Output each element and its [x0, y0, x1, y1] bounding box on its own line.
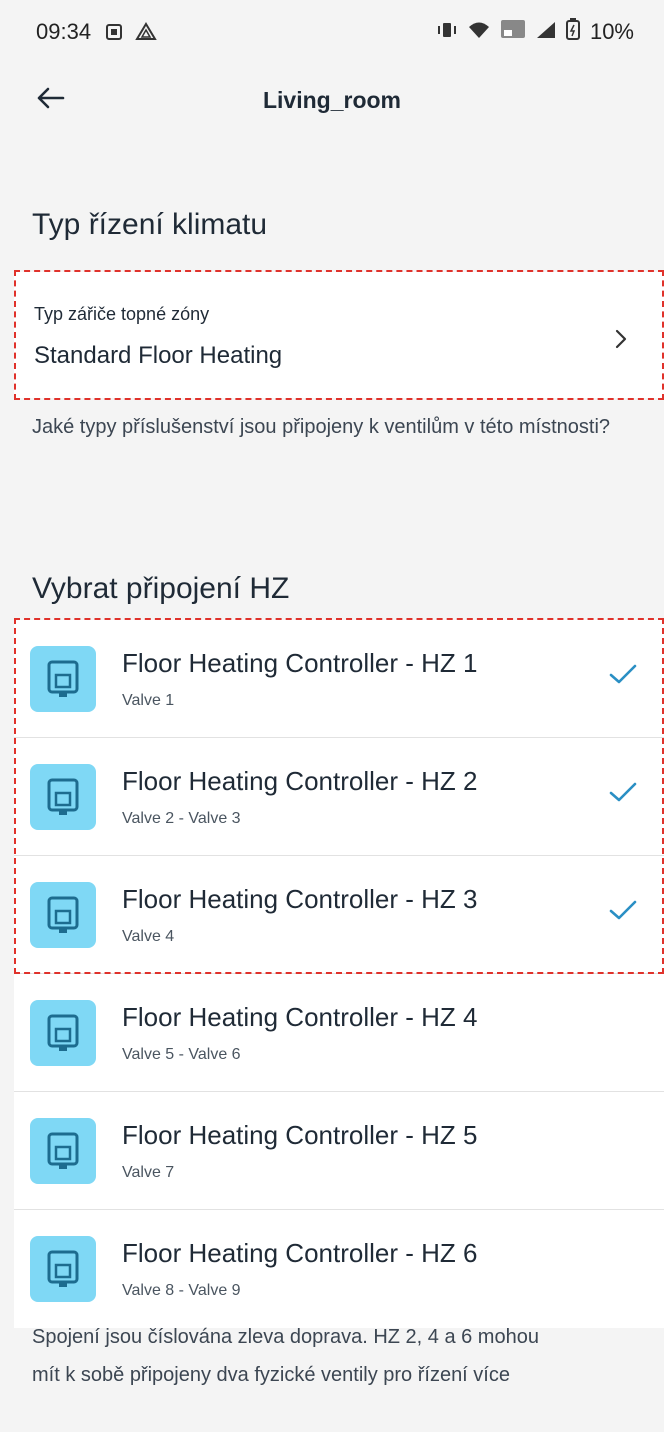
arrow-left-icon: [35, 86, 65, 115]
hz-connection-list: Floor Heating Controller - HZ 1 Valve 1 …: [14, 620, 664, 1328]
floor-heating-controller-icon: [30, 1000, 96, 1066]
hz-valves: Valve 8 - Valve 9: [122, 1282, 241, 1299]
page-title: Living_room: [262, 86, 401, 113]
hz-name: Floor Heating Controller - HZ 1: [122, 648, 478, 678]
zone-type-value: Standard Floor Heating: [34, 342, 283, 369]
chevron-right-icon: [614, 328, 628, 355]
hz-valves: Valve 2 - Valve 3: [122, 810, 241, 827]
hz-connection-row[interactable]: Floor Heating Controller - HZ 4 Valve 5 …: [14, 974, 664, 1092]
connections-section-title: Vybrat připojení HZ: [32, 572, 290, 605]
hz-name: Floor Heating Controller - HZ 3: [122, 884, 478, 914]
battery-level: 10%: [589, 19, 634, 44]
climate-section-title: Typ řízení klimatu: [32, 208, 268, 241]
floor-heating-controller-icon: [30, 882, 96, 948]
notification-icon: [105, 23, 123, 41]
floor-heating-controller-icon: [30, 1118, 96, 1184]
floor-heating-controller-icon: [30, 764, 96, 830]
drive-icon: [135, 22, 157, 42]
status-time: 09:34: [36, 19, 92, 44]
hz-valves: Valve 7: [122, 1164, 175, 1181]
footer-line-2: mít k sobě připojeny dva fyzické ventily…: [32, 1364, 510, 1386]
wifi-icon: [468, 19, 490, 45]
hz-connection-row[interactable]: Floor Heating Controller - HZ 5 Valve 7: [14, 1092, 664, 1210]
back-button[interactable]: [30, 80, 70, 120]
climate-help-text: Jaké typy příslušenství jsou připojeny k…: [32, 416, 611, 438]
hz-valves: Valve 1: [122, 692, 175, 709]
hz-valves: Valve 5 - Valve 6: [122, 1046, 241, 1063]
hz-name: Floor Heating Controller - HZ 5: [122, 1120, 478, 1150]
hz-name: Floor Heating Controller - HZ 6: [122, 1238, 478, 1268]
hz-connection-row[interactable]: Floor Heating Controller - HZ 2 Valve 2 …: [14, 738, 664, 856]
footer-note: Spojení jsou číslována zleva doprava. HZ…: [32, 1318, 642, 1394]
footer-line-1: Spojení jsou číslována zleva doprava. HZ…: [32, 1326, 539, 1348]
zone-type-selector[interactable]: Typ zářiče topné zóny Standard Floor Hea…: [14, 272, 664, 398]
check-icon: [608, 898, 638, 927]
zone-type-label: Typ zářiče topné zóny: [34, 304, 210, 324]
check-icon: [608, 662, 638, 691]
battery-icon: [565, 18, 580, 46]
hz-connection-row[interactable]: Floor Heating Controller - HZ 1 Valve 1: [14, 620, 664, 738]
floor-heating-controller-icon: [30, 646, 96, 712]
status-bar: 09:34 10%: [0, 0, 664, 64]
hz-valves: Valve 4: [122, 928, 175, 945]
hz-connection-row[interactable]: Floor Heating Controller - HZ 6 Valve 8 …: [14, 1210, 664, 1328]
hz-name: Floor Heating Controller - HZ 2: [122, 766, 478, 796]
status-right-group: 10%: [436, 18, 634, 46]
vibrate-icon: [436, 19, 458, 45]
floor-heating-controller-icon: [30, 1236, 96, 1302]
volte-icon: [500, 19, 526, 45]
hz-name: Floor Heating Controller - HZ 4: [122, 1002, 478, 1032]
hz-connection-row[interactable]: Floor Heating Controller - HZ 3 Valve 4: [14, 856, 664, 974]
app-bar: Living_room: [0, 64, 664, 136]
signal-icon: [536, 19, 556, 45]
check-icon: [608, 780, 638, 809]
